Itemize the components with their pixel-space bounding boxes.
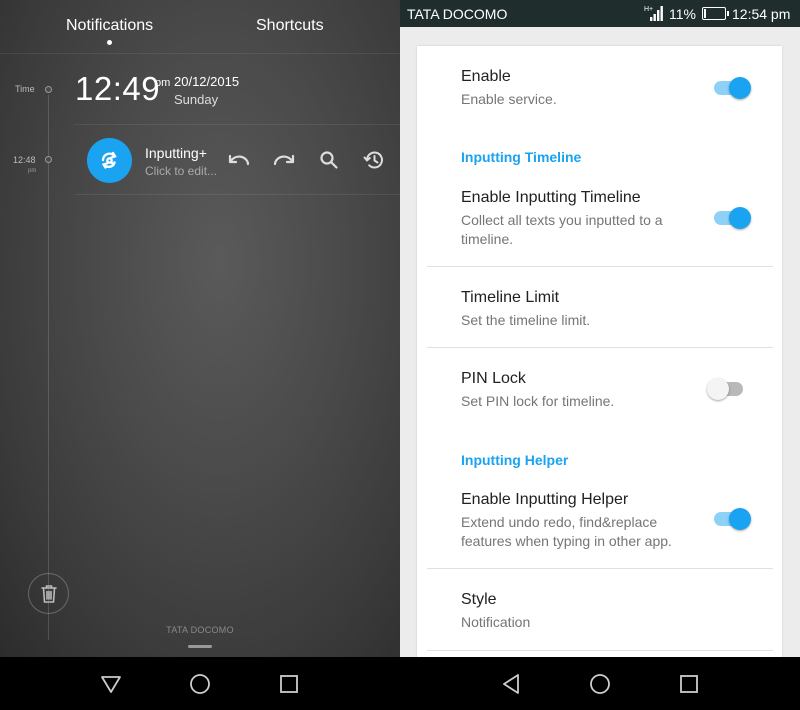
navigation-bar — [0, 657, 800, 710]
inputting-plus-app-icon[interactable] — [87, 138, 132, 183]
active-tab-indicator — [107, 40, 112, 45]
signal-icon: H+ — [644, 4, 666, 25]
enable-helper-switch[interactable] — [712, 507, 752, 531]
tab-notifications[interactable]: Notifications — [66, 17, 153, 35]
pref-timeline-limit-title: Timeline Limit — [461, 289, 560, 306]
pref-enable-helper-summary: Extend undo redo, find&replace — [461, 514, 658, 530]
pref-style-summary: Notification — [461, 614, 531, 630]
network-type: H+ — [644, 6, 653, 13]
pref-style-title: Style — [461, 591, 497, 608]
settings-card: Enable Enable service. Inputting Timelin… — [417, 46, 782, 657]
pref-pin-lock-title: PIN Lock — [461, 370, 526, 387]
pref-enable-timeline-summary: Collect all texts you inputted to a — [461, 212, 663, 228]
home-icon[interactable] — [587, 671, 613, 697]
pref-pin-lock-summary: Set PIN lock for timeline. — [461, 393, 615, 409]
divider — [427, 266, 773, 267]
history-icon[interactable] — [361, 148, 387, 172]
notification-shade: Notifications Shortcuts Time 12:48 pm 12… — [0, 0, 400, 657]
pref-enable-timeline-title: Enable Inputting Timeline — [461, 189, 641, 206]
pref-enable-helper-summary: features when typing in other app. — [461, 533, 672, 549]
status-time: 12:54 pm — [732, 6, 791, 22]
pref-enable-title: Enable — [461, 68, 511, 85]
back-icon[interactable] — [498, 671, 524, 697]
category-inputting-helper: Inputting Helper — [461, 452, 569, 468]
battery-percent: 11% — [669, 6, 696, 22]
tab-shortcuts[interactable]: Shortcuts — [256, 17, 324, 35]
clock-date: 20/12/2015 — [174, 74, 240, 89]
clock-ampm: pm — [155, 77, 171, 89]
tabs-divider — [0, 53, 400, 54]
category-inputting-timeline: Inputting Timeline — [461, 149, 582, 165]
settings-screen: TATA DOCOMO H+ 11% 12:54 pm Enable Enabl… — [400, 0, 800, 657]
pref-enable-summary: Enable service. — [461, 91, 557, 107]
battery-icon — [702, 7, 729, 20]
pin-lock-switch[interactable] — [707, 377, 747, 401]
back-icon[interactable] — [98, 671, 124, 697]
divider — [427, 568, 773, 569]
pref-enable-helper-title: Enable Inputting Helper — [461, 491, 629, 508]
enable-switch[interactable] — [712, 76, 752, 100]
drag-handle[interactable] — [188, 645, 212, 648]
clock-time: 12:49 — [75, 70, 161, 107]
divider — [427, 650, 773, 651]
pref-timeline-limit-summary: Set the timeline limit. — [461, 312, 591, 328]
recents-icon[interactable] — [276, 671, 302, 697]
trash-icon — [40, 584, 57, 603]
timeline-line — [48, 95, 49, 640]
status-carrier: TATA DOCOMO — [407, 6, 508, 22]
timeline-entry-time: 12:48 — [13, 155, 36, 165]
notification-subtitle[interactable]: Click to edit... — [145, 164, 217, 178]
clock-day: Sunday — [174, 92, 219, 107]
timeline-time-label: Time — [15, 84, 35, 94]
carrier-label: TATA DOCOMO — [166, 625, 234, 635]
recents-icon[interactable] — [676, 671, 702, 697]
timeline-node — [45, 86, 52, 93]
timeline-node — [45, 156, 52, 163]
divider — [74, 194, 400, 195]
divider — [74, 124, 400, 125]
redo-icon[interactable] — [271, 148, 297, 172]
home-icon[interactable] — [187, 671, 213, 697]
search-icon[interactable] — [316, 148, 342, 172]
status-bar: TATA DOCOMO H+ 11% 12:54 pm — [400, 0, 800, 27]
battery-level — [704, 9, 706, 18]
notification-title[interactable]: Inputting+ — [145, 145, 207, 161]
timeline-entry-ampm: pm — [28, 168, 37, 174]
pref-enable-timeline-summary: timeline. — [461, 231, 514, 247]
undo-icon[interactable] — [226, 148, 252, 172]
divider — [427, 347, 773, 348]
enable-timeline-switch[interactable] — [712, 206, 752, 230]
clear-notifications-button[interactable] — [28, 573, 69, 614]
